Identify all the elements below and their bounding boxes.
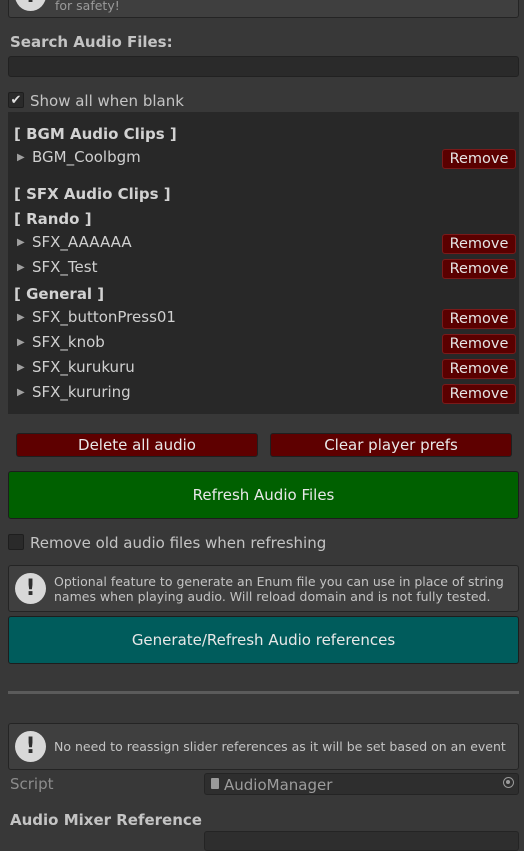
remove-button[interactable]: Remove	[442, 384, 516, 404]
foldout-arrow-icon[interactable]: ▶	[17, 237, 25, 248]
clip-name: SFX_kururing	[32, 383, 131, 401]
clip-name: SFX_knob	[32, 333, 105, 351]
clear-player-prefs-button[interactable]: Clear player prefs	[270, 433, 512, 457]
foldout-arrow-icon[interactable]: ▶	[17, 337, 25, 348]
divider	[8, 691, 519, 694]
slider-help-text: No need to reassign slider references as…	[54, 739, 506, 754]
foldout-arrow-icon[interactable]: ▶	[17, 362, 25, 373]
remove-button[interactable]: Remove	[442, 309, 516, 329]
remove-button[interactable]: Remove	[442, 149, 516, 169]
remove-button[interactable]: Remove	[442, 234, 516, 254]
clip-row[interactable]: ▶ SFX_buttonPress01 Remove	[8, 307, 519, 332]
rando-subgroup-header: [ Rando ]	[14, 210, 92, 228]
audio-mixer-field[interactable]	[204, 831, 519, 851]
info-icon: !	[15, 0, 46, 11]
search-label: Search Audio Files:	[10, 33, 173, 51]
script-value: AudioManager	[224, 776, 333, 794]
show-all-checkbox[interactable]: ✔	[8, 92, 24, 108]
foldout-arrow-icon[interactable]: ▶	[17, 262, 25, 273]
generate-audio-references-button[interactable]: Generate/Refresh Audio references	[8, 616, 519, 664]
clip-name: SFX_AAAAAA	[32, 233, 132, 251]
clip-name: BGM_Coolbgm	[32, 148, 141, 166]
info-icon: !	[15, 573, 46, 604]
show-all-label: Show all when blank	[30, 92, 184, 110]
remove-button[interactable]: Remove	[442, 359, 516, 379]
info-icon: !	[15, 731, 46, 762]
script-label: Script	[10, 775, 54, 793]
remove-button[interactable]: Remove	[442, 334, 516, 354]
delete-all-audio-button[interactable]: Delete all audio	[16, 433, 258, 457]
object-picker-icon[interactable]	[503, 777, 514, 788]
clip-row[interactable]: ▶ SFX_knob Remove	[8, 332, 519, 357]
sfx-group-header: [ SFX Audio Clips ]	[14, 185, 171, 203]
foldout-arrow-icon[interactable]: ▶	[17, 387, 25, 398]
clip-name: SFX_kurukuru	[32, 358, 135, 376]
script-file-icon	[211, 778, 219, 789]
bgm-group-header: [ BGM Audio Clips ]	[14, 125, 177, 143]
enum-help-text: Optional feature to generate an Enum fil…	[54, 574, 504, 604]
slider-help-box: ! No need to reassign slider references …	[8, 723, 519, 770]
script-field[interactable]: AudioManager	[204, 773, 519, 795]
clip-row[interactable]: ▶ SFX_AAAAAA Remove	[8, 232, 519, 257]
general-subgroup-header: [ General ]	[14, 285, 105, 303]
enum-help-box: ! Optional feature to generate an Enum f…	[8, 565, 519, 612]
clip-row[interactable]: ▶ BGM_Coolbgm Remove	[8, 147, 519, 172]
remove-old-files-checkbox[interactable]	[8, 534, 24, 550]
remove-button[interactable]: Remove	[442, 259, 516, 279]
top-help-box: ! for safety!	[8, 0, 519, 18]
clip-row[interactable]: ▶ SFX_kurukuru Remove	[8, 357, 519, 382]
foldout-arrow-icon[interactable]: ▶	[17, 152, 25, 163]
clip-row[interactable]: ▶ SFX_Test Remove	[8, 257, 519, 282]
clip-name: SFX_buttonPress01	[32, 308, 176, 326]
clip-list-panel: [ BGM Audio Clips ] ▶ BGM_Coolbgm Remove…	[8, 112, 519, 414]
audio-mixer-reference-label: Audio Mixer Reference	[10, 811, 202, 829]
clip-name: SFX_Test	[32, 258, 98, 276]
clip-row[interactable]: ▶ SFX_kururing Remove	[8, 382, 519, 407]
search-input[interactable]	[8, 56, 519, 77]
top-help-text: for safety!	[55, 0, 120, 13]
foldout-arrow-icon[interactable]: ▶	[17, 312, 25, 323]
refresh-audio-files-button[interactable]: Refresh Audio Files	[8, 471, 519, 519]
remove-old-files-label: Remove old audio files when refreshing	[30, 534, 327, 552]
